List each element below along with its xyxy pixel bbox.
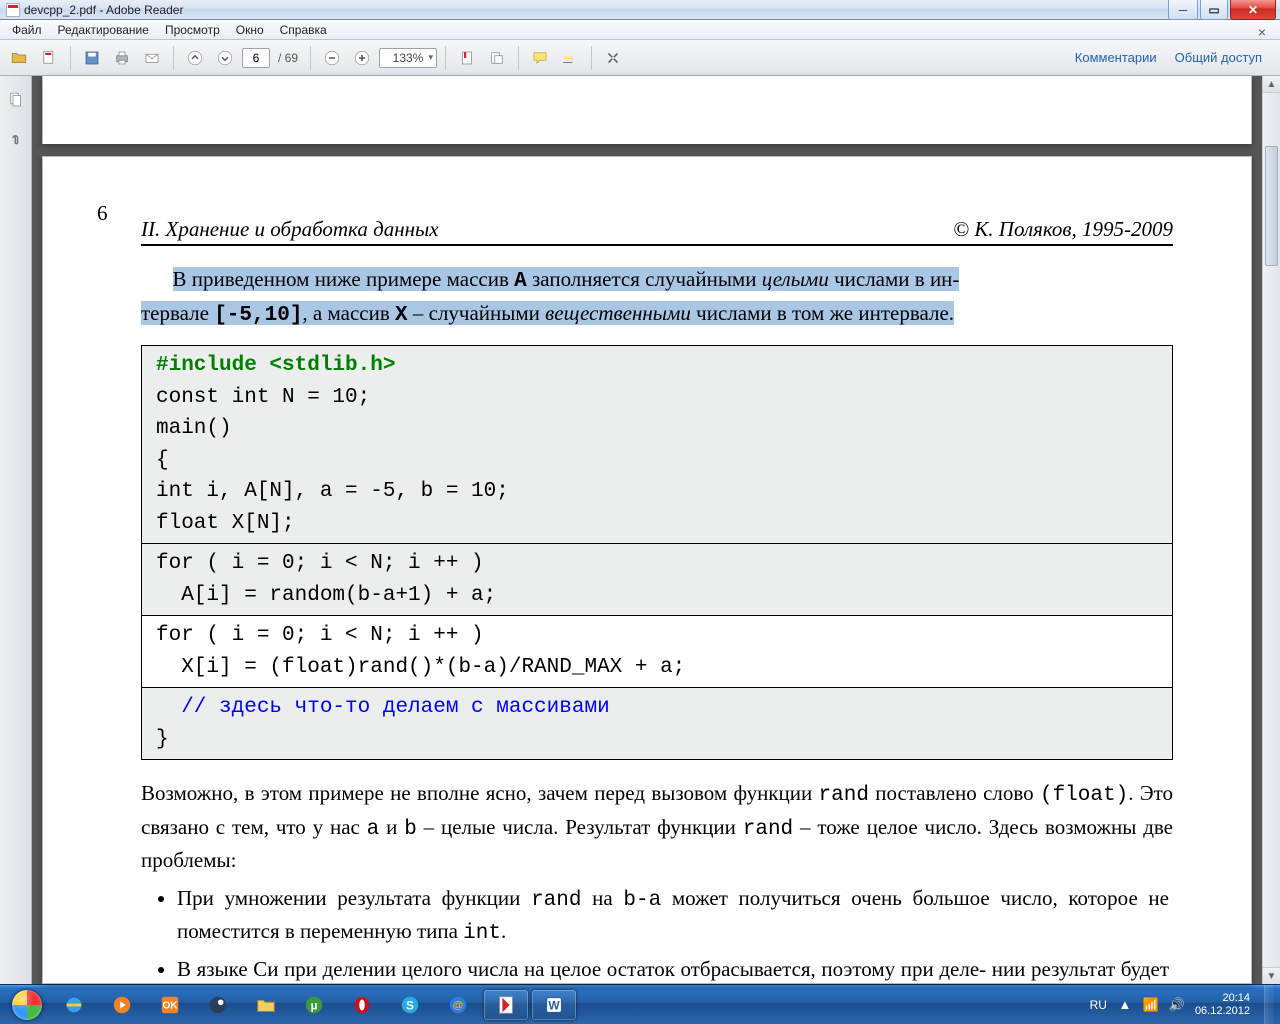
highlight-button[interactable]	[557, 45, 583, 71]
page-total-label: / 69	[274, 51, 302, 65]
menu-view[interactable]: Просмотр	[157, 21, 228, 39]
tray-volume-icon[interactable]: 🔊	[1169, 997, 1185, 1013]
side-panel	[0, 76, 32, 984]
svg-text:µ: µ	[311, 998, 318, 1012]
svg-text:OK: OK	[162, 1000, 178, 1011]
menu-file[interactable]: Файл	[4, 21, 50, 39]
taskbar-media-icon[interactable]	[100, 990, 144, 1020]
svg-text:S: S	[406, 998, 414, 1012]
clock[interactable]: 20:14 06.12.2012	[1195, 992, 1250, 1016]
page-number: 6	[97, 201, 108, 226]
bullet-list: При умножении результата функции rand на…	[177, 883, 1173, 985]
header-left: II. Хранение и обработка данных	[141, 217, 439, 242]
list-item: В языке Си при делении целого числа на ц…	[177, 954, 1173, 985]
page-down-button[interactable]	[212, 45, 238, 71]
email-button[interactable]	[139, 45, 165, 71]
taskbar: OK µ S @ W RU ▲ 📶 🔊 20:14 06.12.2012	[0, 984, 1280, 1024]
vertical-scrollbar[interactable]: ▲ ▼	[1262, 76, 1280, 984]
zoom-out-button[interactable]	[319, 45, 345, 71]
window-titlebar: devcpp_2.pdf - Adobe Reader ─ ▭ ✕	[0, 0, 1280, 20]
toolbar: / 69 133% Комментарии Общий доступ	[0, 40, 1280, 76]
taskbar-explorer-icon[interactable]	[244, 990, 288, 1020]
start-button[interactable]	[6, 989, 48, 1021]
tray-network-icon[interactable]: 📶	[1143, 997, 1159, 1013]
language-indicator[interactable]: RU	[1090, 998, 1107, 1012]
taskbar-skype-icon[interactable]: S	[388, 990, 432, 1020]
attachments-icon[interactable]	[4, 126, 28, 150]
zoom-in-button[interactable]	[349, 45, 375, 71]
zoom-select[interactable]: 133%	[379, 48, 437, 68]
list-item: При умножении результата функции rand на…	[177, 883, 1173, 950]
menu-edit[interactable]: Редактирование	[50, 21, 157, 39]
menu-help[interactable]: Справка	[272, 21, 335, 39]
windows-orb-icon	[12, 990, 42, 1020]
taskbar-reader-icon[interactable]	[484, 990, 528, 1020]
maximize-button[interactable]: ▭	[1200, 0, 1228, 20]
tool-bookmark-button[interactable]	[454, 45, 480, 71]
taskbar-word-icon[interactable]: W	[532, 990, 576, 1020]
create-pdf-button[interactable]	[36, 45, 62, 71]
pdf-page: 6 II. Хранение и обработка данных © К. П…	[42, 156, 1252, 984]
scroll-up-arrow[interactable]: ▲	[1263, 76, 1280, 93]
header-right: © К. Поляков, 1995-2009	[953, 217, 1173, 242]
scroll-thumb[interactable]	[1265, 146, 1278, 266]
tray-flag-icon[interactable]: ▲	[1117, 997, 1133, 1013]
taskbar-utorrent-icon[interactable]: µ	[292, 990, 336, 1020]
taskbar-steam-icon[interactable]	[196, 990, 240, 1020]
paragraph-explain: Возможно, в этом примере не вполне ясно,…	[141, 778, 1173, 877]
page-number-input[interactable]	[242, 48, 270, 68]
comments-panel-link[interactable]: Комментарии	[1075, 50, 1157, 65]
page-up-button[interactable]	[182, 45, 208, 71]
paragraph-intro: В приведенном ниже примере массив A запо…	[141, 264, 1173, 331]
share-panel-link[interactable]: Общий доступ	[1175, 50, 1262, 65]
workspace: 6 II. Хранение и обработка данных © К. П…	[0, 76, 1280, 984]
running-header: II. Хранение и обработка данных © К. Пол…	[141, 217, 1173, 246]
read-mode-button[interactable]	[600, 45, 626, 71]
previous-page-edge	[42, 76, 1252, 144]
system-tray: RU ▲ 📶 🔊 20:14 06.12.2012	[1090, 992, 1256, 1016]
close-button[interactable]: ✕	[1230, 0, 1276, 20]
menubar-close-icon[interactable]: ×	[1250, 22, 1274, 42]
code-block: #include <stdlib.h> const int N = 10; ma…	[141, 345, 1173, 760]
menu-bar: Файл Редактирование Просмотр Окно Справк…	[0, 20, 1280, 40]
scroll-down-arrow[interactable]: ▼	[1263, 967, 1280, 984]
pdf-file-icon	[6, 3, 20, 17]
taskbar-opera-icon[interactable]	[340, 990, 384, 1020]
document-area[interactable]: 6 II. Хранение и обработка данных © К. П…	[32, 76, 1262, 984]
tool-rotate-button[interactable]	[484, 45, 510, 71]
save-button[interactable]	[79, 45, 105, 71]
window-title: devcpp_2.pdf - Adobe Reader	[24, 3, 183, 17]
comment-button[interactable]	[527, 45, 553, 71]
taskbar-ie-icon[interactable]	[52, 990, 96, 1020]
print-button[interactable]	[109, 45, 135, 71]
minimize-button[interactable]: ─	[1168, 0, 1198, 20]
thumbnails-icon[interactable]	[4, 88, 28, 112]
taskbar-mail-icon[interactable]: @	[436, 990, 480, 1020]
show-desktop-button[interactable]	[1264, 985, 1274, 1024]
taskbar-ok-icon[interactable]: OK	[148, 990, 192, 1020]
svg-text:@: @	[453, 999, 464, 1011]
svg-text:W: W	[548, 998, 560, 1012]
menu-window[interactable]: Окно	[228, 21, 272, 39]
open-file-button[interactable]	[6, 45, 32, 71]
